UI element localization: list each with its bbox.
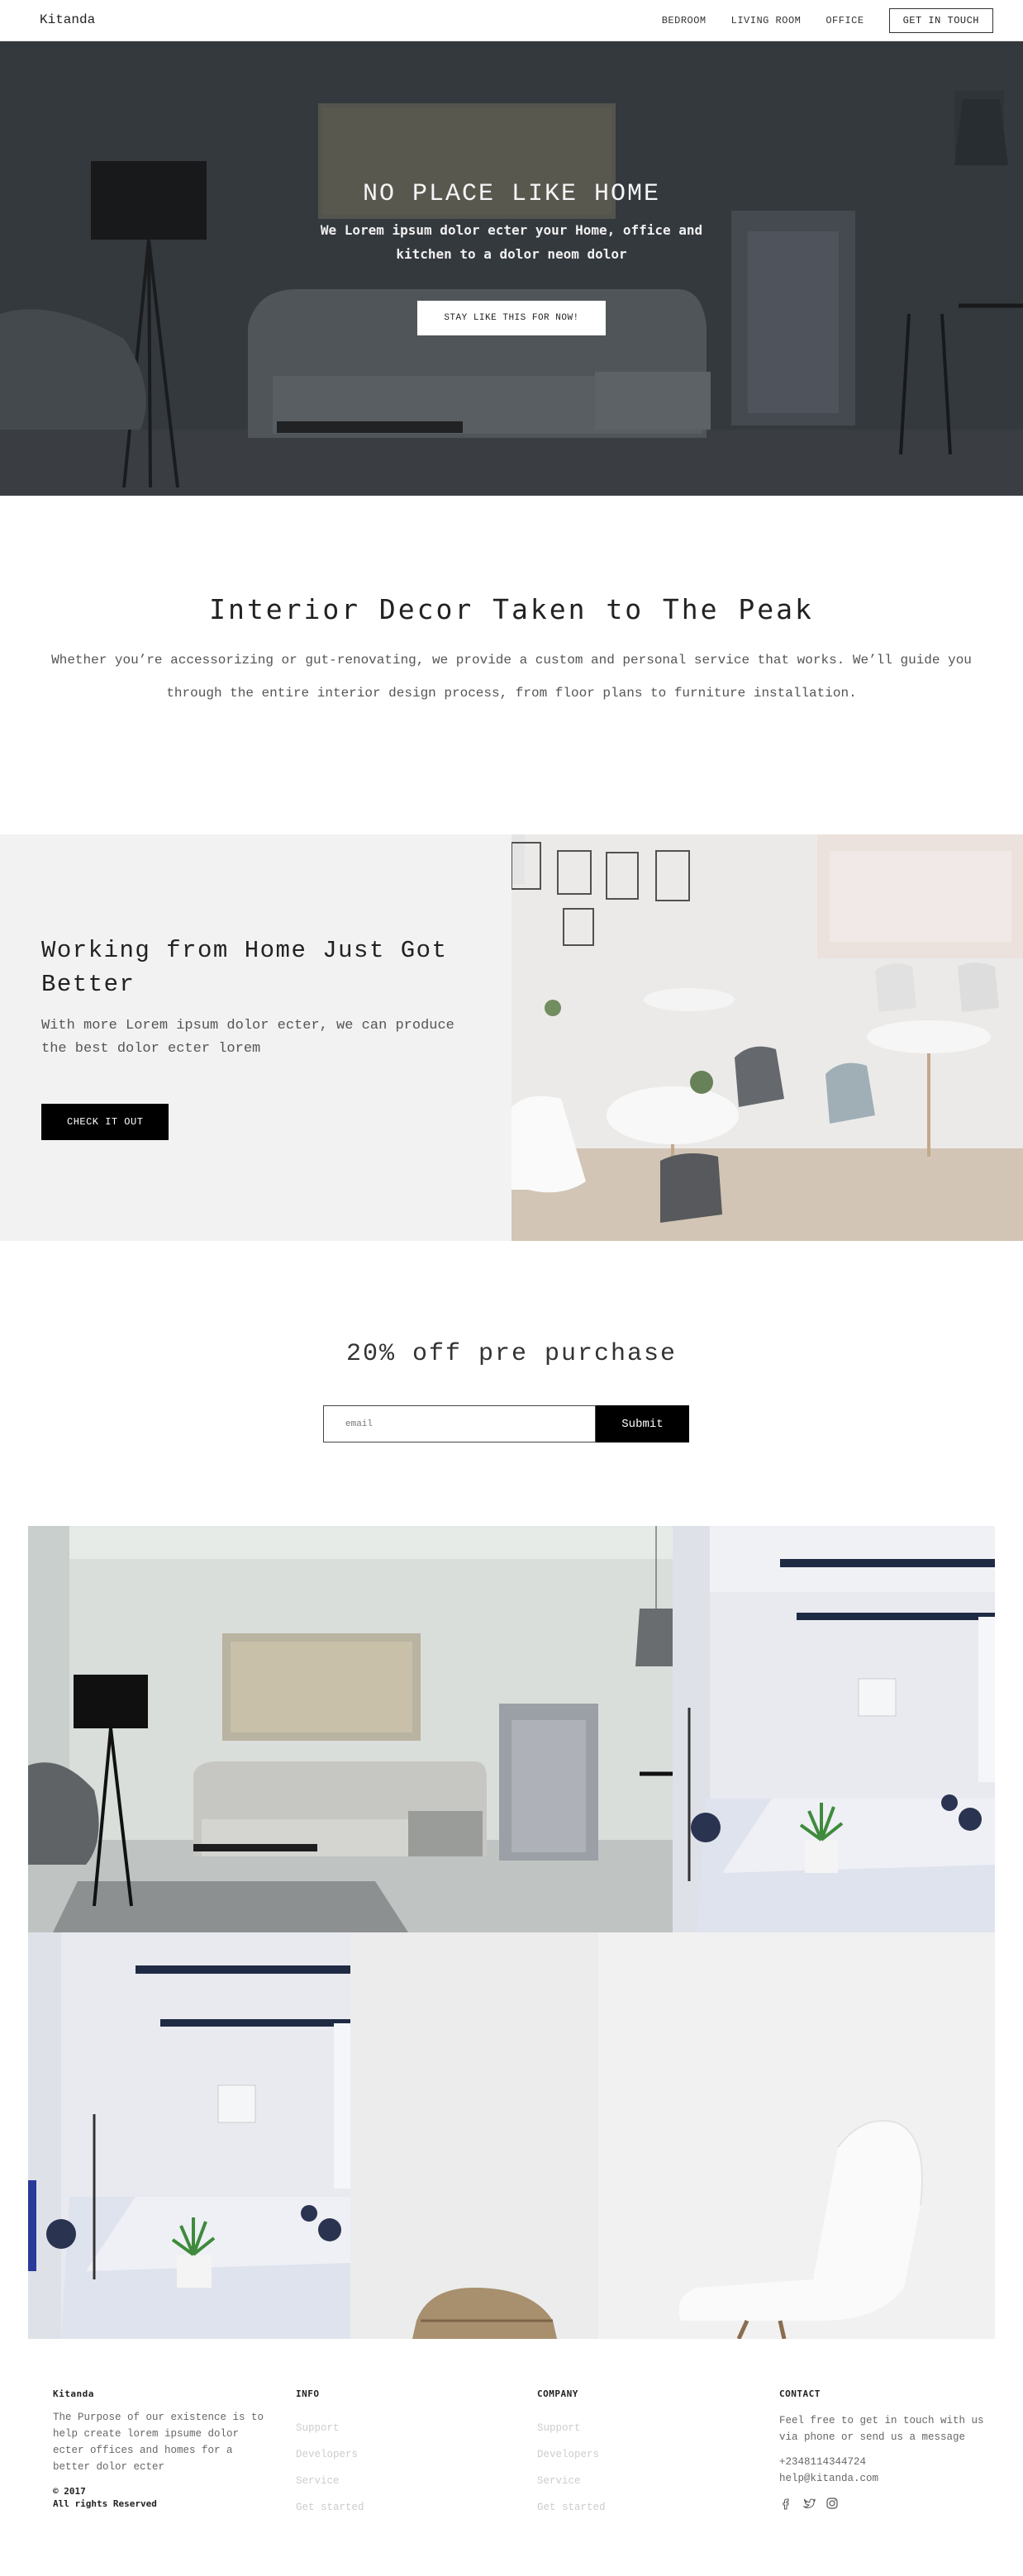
footer-info-link-developers[interactable]: Developers [296, 2449, 511, 2460]
footer-info-link-service[interactable]: Service [296, 2475, 511, 2487]
facebook-icon[interactable] [779, 2497, 792, 2510]
footer-contact-column: CONTACT Feel free to get in touch with u… [779, 2388, 994, 2510]
footer-phone[interactable]: +2348114344724 [779, 2454, 994, 2470]
work-text-panel: Working from Home Just Got Better With m… [0, 834, 512, 1241]
intro-title: Interior Decor Taken to The Peak [209, 593, 814, 625]
footer-info-link-get-started[interactable]: Get started [296, 2502, 511, 2513]
footer-company-link-service[interactable]: Service [537, 2475, 752, 2487]
submit-button[interactable]: Submit [596, 1405, 689, 1442]
intro-text: Whether you’re accessorizing or gut-reno… [51, 653, 972, 701]
discount-section: 20% off pre purchase Submit [0, 1241, 1023, 1526]
hero-title: NO PLACE LIKE HOME [362, 180, 661, 208]
nav-link-office[interactable]: OFFICE [826, 15, 864, 26]
gallery-grid [28, 1526, 995, 2339]
work-description: With more Lorem ipsum dolor ecter, we ca… [41, 1018, 454, 1057]
footer-about-text: The Purpose of our existence is to help … [53, 2412, 264, 2473]
footer: Kitanda The Purpose of our existence is … [0, 2339, 1023, 2576]
footer-company-heading: COMPANY [537, 2388, 578, 2399]
footer-brand: Kitanda [53, 2388, 94, 2399]
twitter-icon[interactable] [802, 2497, 816, 2510]
top-nav: Kitanda BEDROOM LIVING ROOM OFFICE GET I… [0, 0, 1023, 41]
footer-company-link-get-started[interactable]: Get started [537, 2502, 752, 2513]
gallery-chair-image [350, 1932, 995, 2339]
copyright-year: © 2017 [53, 2486, 86, 2497]
footer-email[interactable]: help@kitanda.com [779, 2470, 994, 2487]
gallery-living-room-image [28, 1526, 673, 1932]
footer-about-column: Kitanda The Purpose of our existence is … [53, 2388, 268, 2510]
check-it-out-button[interactable]: CHECK IT OUT [41, 1104, 169, 1140]
nav-link-bedroom[interactable]: BEDROOM [662, 15, 707, 26]
footer-info-link-support[interactable]: Support [296, 2422, 511, 2434]
hero-content: NO PLACE LIKE HOME We Lorem ipsum dolor … [0, 180, 1023, 335]
work-title: Working from Home Just Got Better [41, 937, 448, 998]
gallery-office-image-1 [673, 1526, 995, 1932]
discount-title: 20% off pre purchase [345, 1340, 678, 1368]
footer-info-heading: INFO [296, 2388, 320, 2399]
nav-link-living-room[interactable]: LIVING ROOM [731, 15, 802, 26]
brand-logo[interactable]: Kitanda [40, 12, 95, 27]
cafe-interior-image [512, 834, 1023, 1241]
footer-company-column: COMPANY Support Developers Service Get s… [537, 2388, 752, 2513]
footer-info-column: INFO Support Developers Service Get star… [296, 2388, 511, 2513]
footer-contact-heading: CONTACT [779, 2388, 821, 2399]
subscribe-form: Submit [323, 1405, 689, 1442]
social-links [779, 2497, 994, 2510]
get-in-touch-button[interactable]: GET IN TOUCH [888, 8, 993, 33]
footer-copyright: © 2017 All rights Reserved [53, 2485, 268, 2510]
stay-like-this-button[interactable]: STAY LIKE THIS FOR NOW! [417, 301, 606, 335]
footer-company-link-support[interactable]: Support [537, 2422, 752, 2434]
copyright-rights: All rights Reserved [53, 2498, 157, 2509]
hero-section: NO PLACE LIKE HOME We Lorem ipsum dolor … [0, 41, 1023, 496]
instagram-icon[interactable] [826, 2497, 839, 2510]
footer-contact-text: Feel free to get in touch with us via ph… [779, 2415, 984, 2443]
work-section: Working from Home Just Got Better With m… [0, 834, 1023, 1241]
hero-subtitle: We Lorem ipsum dolor ecter your Home, of… [320, 222, 703, 262]
nav-links: BEDROOM LIVING ROOM OFFICE GET IN TOUCH [662, 8, 993, 33]
intro-section: Interior Decor Taken to The Peak Whether… [0, 496, 1023, 834]
gallery-office-image-2 [28, 1932, 350, 2339]
email-input[interactable] [323, 1405, 596, 1442]
footer-company-link-developers[interactable]: Developers [537, 2449, 752, 2460]
